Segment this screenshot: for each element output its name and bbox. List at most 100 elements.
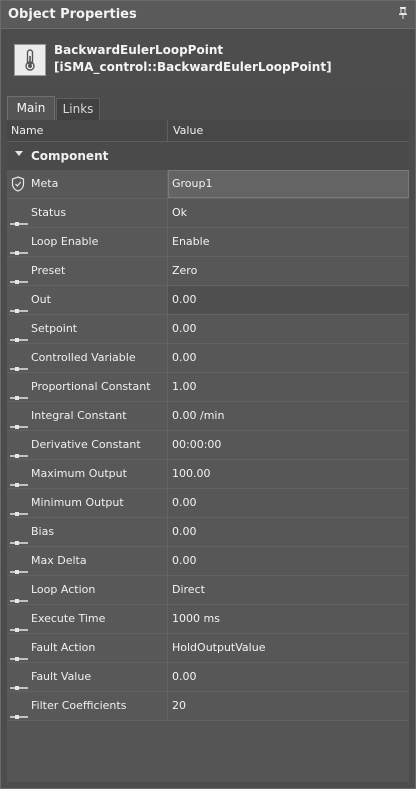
property-name-cell[interactable]: Integral Constant: [7, 402, 168, 430]
property-row[interactable]: Integral Constant 0.00 /min: [7, 402, 409, 431]
property-row[interactable]: Setpoint 0.00: [7, 315, 409, 344]
property-name: Fault Action: [31, 641, 96, 654]
group-label: Component: [31, 149, 109, 163]
property-value-cell[interactable]: 0.00: [168, 663, 409, 691]
slot-icon: [10, 414, 28, 429]
property-name-cell[interactable]: Status: [7, 199, 168, 227]
column-name-header[interactable]: Name: [11, 124, 43, 137]
property-name-cell[interactable]: Loop Enable: [7, 228, 168, 256]
property-value-cell[interactable]: Direct: [168, 576, 409, 604]
property-value-cell[interactable]: 100.00: [168, 460, 409, 488]
property-name-cell[interactable]: Fault Action: [7, 634, 168, 662]
property-row[interactable]: Loop Action Direct: [7, 576, 409, 605]
property-value-cell[interactable]: 20: [168, 692, 409, 720]
slot-icon: [10, 704, 28, 719]
properties-grid: Name Value Component Meta Group1 Status Ok L…: [7, 120, 409, 782]
property-value-cell[interactable]: 0.00: [168, 489, 409, 517]
pin-icon[interactable]: [397, 7, 409, 21]
property-row[interactable]: Bias 0.00: [7, 518, 409, 547]
property-row[interactable]: Filter Coefficients 20: [7, 692, 409, 721]
property-name: Status: [31, 206, 67, 219]
property-row[interactable]: Controlled Variable 0.00: [7, 344, 409, 373]
object-type: [iSMA_control::BackwardEulerLoopPoint]: [54, 60, 332, 74]
property-name-cell[interactable]: Bias: [7, 518, 168, 546]
column-header: Name Value: [7, 120, 409, 142]
property-value: 0.00: [172, 293, 197, 306]
property-name-cell[interactable]: Controlled Variable: [7, 344, 168, 372]
property-value: 20: [172, 699, 186, 712]
property-name-cell[interactable]: Loop Action: [7, 576, 168, 604]
property-value: Direct: [172, 583, 205, 596]
property-name-cell[interactable]: Out: [7, 286, 168, 314]
property-value-cell[interactable]: 00:00:00: [168, 431, 409, 459]
slot-icon: [10, 559, 28, 574]
property-name-cell[interactable]: Maximum Output: [7, 460, 168, 488]
slot-icon: [10, 327, 28, 342]
property-name-cell[interactable]: Execute Time: [7, 605, 168, 633]
property-name-cell[interactable]: Preset: [7, 257, 168, 285]
property-value-cell[interactable]: Zero: [168, 257, 409, 285]
property-value: 1.00: [172, 380, 197, 393]
property-row[interactable]: Minimum Output 0.00: [7, 489, 409, 518]
property-value: 0.00: [172, 554, 197, 567]
tab-bar: Main Links: [7, 96, 408, 121]
property-row[interactable]: Max Delta 0.00: [7, 547, 409, 576]
property-row[interactable]: Status Ok: [7, 199, 409, 228]
object-name: BackwardEulerLoopPoint: [54, 43, 224, 57]
property-row[interactable]: Execute Time 1000 ms: [7, 605, 409, 634]
property-value-cell[interactable]: HoldOutputValue: [168, 634, 409, 662]
property-name-cell[interactable]: Minimum Output: [7, 489, 168, 517]
thermometer-icon: [14, 44, 46, 76]
property-value: Zero: [172, 264, 198, 277]
property-name-cell[interactable]: Setpoint: [7, 315, 168, 343]
panel-title: Object Properties: [8, 7, 137, 22]
property-value-cell[interactable]: 0.00: [168, 518, 409, 546]
property-name-cell[interactable]: Max Delta: [7, 547, 168, 575]
property-name: Filter Coefficients: [31, 699, 127, 712]
property-name: Loop Action: [31, 583, 96, 596]
property-value: 0.00: [172, 496, 197, 509]
property-row[interactable]: Loop Enable Enable: [7, 228, 409, 257]
property-row[interactable]: Meta Group1: [7, 170, 409, 199]
property-row[interactable]: Fault Action HoldOutputValue: [7, 634, 409, 663]
property-name: Setpoint: [31, 322, 78, 335]
property-row[interactable]: Preset Zero: [7, 257, 409, 286]
property-row[interactable]: Derivative Constant 00:00:00: [7, 431, 409, 460]
property-name: Integral Constant: [31, 409, 127, 422]
column-divider[interactable]: [167, 120, 168, 141]
property-value-cell[interactable]: Group1: [168, 170, 409, 198]
property-value-cell[interactable]: Enable: [168, 228, 409, 256]
property-value-cell[interactable]: Ok: [168, 199, 409, 227]
property-value: HoldOutputValue: [172, 641, 266, 654]
property-value-cell[interactable]: 0.00: [168, 315, 409, 343]
slot-icon: [10, 675, 28, 690]
property-row[interactable]: Out 0.00: [7, 286, 409, 315]
property-value-cell[interactable]: 0.00 /min: [168, 402, 409, 430]
property-name: Preset: [31, 264, 66, 277]
property-row[interactable]: Proportional Constant 1.00: [7, 373, 409, 402]
property-name-cell[interactable]: Fault Value: [7, 663, 168, 691]
property-name-cell[interactable]: Proportional Constant: [7, 373, 168, 401]
tab-links[interactable]: Links: [56, 98, 100, 120]
property-row[interactable]: Fault Value 0.00: [7, 663, 409, 692]
property-value-cell[interactable]: 0.00: [168, 547, 409, 575]
column-value-header[interactable]: Value: [173, 124, 203, 137]
slot-icon: [10, 211, 28, 226]
slot-icon: [10, 385, 28, 400]
tab-main[interactable]: Main: [7, 96, 55, 120]
chevron-down-icon[interactable]: [15, 151, 23, 156]
property-value-cell[interactable]: 1.00: [168, 373, 409, 401]
object-properties-panel: Object Properties BackwardEulerLoopPoint…: [0, 0, 416, 789]
group-component[interactable]: Component: [7, 142, 409, 170]
slot-icon: [10, 617, 28, 632]
property-value-cell[interactable]: 0.00: [168, 344, 409, 372]
property-row[interactable]: Maximum Output 100.00: [7, 460, 409, 489]
property-value-cell[interactable]: 1000 ms: [168, 605, 409, 633]
property-name-cell[interactable]: Meta: [7, 170, 168, 198]
property-value: 1000 ms: [172, 612, 220, 625]
property-name-cell[interactable]: Derivative Constant: [7, 431, 168, 459]
shield-icon: [11, 176, 25, 192]
property-value-cell[interactable]: 0.00: [168, 286, 409, 314]
property-name: Proportional Constant: [31, 380, 151, 393]
property-name-cell[interactable]: Filter Coefficients: [7, 692, 168, 720]
